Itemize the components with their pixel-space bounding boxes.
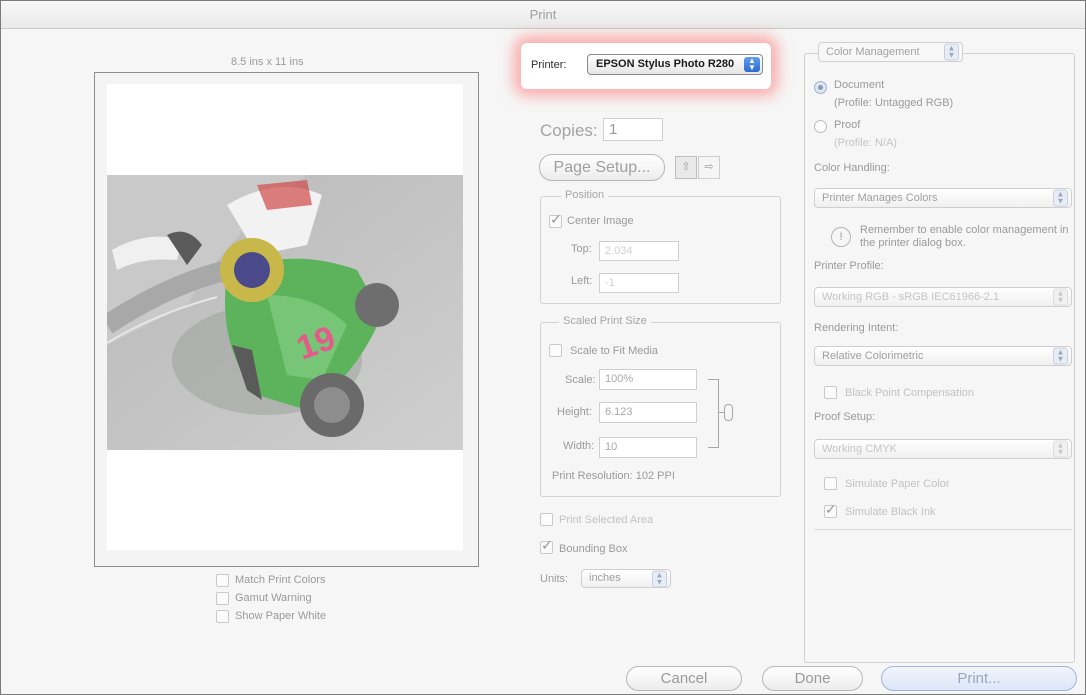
simulate-paper-color-checkbox[interactable] <box>824 477 837 490</box>
page-setup-button[interactable]: Page Setup... <box>539 154 665 181</box>
match-print-colors-checkbox[interactable] <box>216 574 229 587</box>
select-arrows-icon: ▲ ▼ <box>652 570 667 587</box>
document-profile: (Profile: Untagged RGB) <box>834 97 954 109</box>
width-input[interactable]: 10 <box>599 437 697 458</box>
printer-select-value: EPSON Stylus Photo R280 <box>596 58 735 70</box>
left-label: Left: <box>571 275 593 287</box>
match-print-colors-label: Match Print Colors <box>235 574 326 586</box>
select-arrows-icon: ▲ ▼ <box>1053 189 1068 207</box>
select-arrows-icon: ▲ ▼ <box>744 57 760 72</box>
document-radio[interactable] <box>814 81 827 94</box>
units-select[interactable]: inches ▲ ▼ <box>581 569 671 588</box>
proof-radio[interactable] <box>814 120 827 133</box>
print-button[interactable]: Print... <box>881 666 1077 691</box>
left-input[interactable]: -1 <box>599 273 679 293</box>
center-image-label: Center Image <box>567 215 634 227</box>
window-title: Print <box>1 1 1085 29</box>
printer-select[interactable]: EPSON Stylus Photo R280 ▲ ▼ <box>587 54 763 75</box>
bounding-box-label: Bounding Box <box>559 543 628 555</box>
simulate-black-ink-label: Simulate Black Ink <box>845 506 936 518</box>
units-label: Units: <box>540 573 569 585</box>
rendering-intent-select[interactable]: Relative Colorimetric ▲ ▼ <box>814 346 1072 366</box>
center-image-checkbox[interactable] <box>549 211 562 228</box>
photo-motorcycle-rider[interactable]: 19 <box>107 175 463 450</box>
scale-label: Scale: <box>565 374 596 386</box>
rendering-intent-label: Rendering Intent: <box>814 322 899 334</box>
color-management-value: Color Management <box>826 46 920 58</box>
printer-highlight: Printer: EPSON Stylus Photo R280 ▲ ▼ <box>521 43 771 89</box>
done-button[interactable]: Done <box>762 666 863 691</box>
scale-to-fit-checkbox[interactable] <box>549 344 562 357</box>
proportion-bracket <box>708 379 719 448</box>
print-resolution-label: Print Resolution: 102 PPI <box>552 470 675 482</box>
proof-label: Proof <box>834 119 861 131</box>
print-dialog: Print 8.5 ins x 11 ins 19 Match Print Co… <box>0 0 1086 695</box>
scaled-group-title: Scaled Print Size <box>559 315 651 327</box>
proof-setup-select[interactable]: Working CMYK ▲ ▼ <box>814 439 1072 459</box>
top-label: Top: <box>571 243 592 255</box>
color-handling-select[interactable]: Printer Manages Colors ▲ ▼ <box>814 188 1072 208</box>
printer-profile-label: Printer Profile: <box>814 260 884 272</box>
select-arrows-icon: ▲ ▼ <box>944 43 959 61</box>
proof-setup-value: Working CMYK <box>822 443 897 455</box>
landscape-orientation-icon[interactable]: ⇨ <box>698 156 720 179</box>
color-management-select[interactable]: Color Management ▲ ▼ <box>818 42 963 62</box>
paper-size-label: 8.5 ins x 11 ins <box>231 56 304 68</box>
select-arrows-icon: ▲ ▼ <box>1053 288 1068 306</box>
color-management-note: Remember to enable color management in t… <box>860 224 1069 249</box>
position-group-title: Position <box>561 189 609 201</box>
paper-page: 19 <box>107 84 463 550</box>
copies-input[interactable]: 1 <box>603 118 663 141</box>
select-arrows-icon: ▲ ▼ <box>1053 440 1068 458</box>
width-label: Width: <box>563 440 595 452</box>
height-input[interactable]: 6.123 <box>599 402 697 423</box>
document-label: Document <box>834 79 885 91</box>
color-handling-label: Color Handling: <box>814 162 890 174</box>
show-paper-white-checkbox[interactable] <box>216 610 229 623</box>
copies-label: Copies: <box>540 121 598 140</box>
gamut-warning-checkbox[interactable] <box>216 592 229 605</box>
simulate-black-ink-checkbox[interactable] <box>824 501 837 518</box>
cancel-button[interactable]: Cancel <box>626 666 742 691</box>
units-select-value: inches <box>589 572 621 584</box>
proof-profile: (Profile: N/A) <box>834 137 897 149</box>
black-point-compensation-checkbox[interactable] <box>824 386 837 399</box>
height-label: Height: <box>557 406 592 418</box>
panel-divider <box>814 529 1072 530</box>
top-input[interactable]: 2.034 <box>599 241 679 261</box>
preview-frame: 19 <box>94 72 479 567</box>
proof-setup-label: Proof Setup: <box>814 411 876 423</box>
select-arrows-icon: ▲ ▼ <box>1053 347 1068 365</box>
show-paper-white-label: Show Paper White <box>235 610 327 622</box>
info-icon: ! <box>831 227 851 247</box>
print-selected-area-label: Print Selected Area <box>559 514 654 526</box>
rendering-intent-value: Relative Colorimetric <box>822 350 924 362</box>
printer-profile-select[interactable]: Working RGB - sRGB IEC61966-2.1 ▲ ▼ <box>814 287 1072 307</box>
gamut-warning-label: Gamut Warning <box>235 592 312 604</box>
black-point-compensation-label: Black Point Compensation <box>845 387 975 399</box>
constrain-link-icon[interactable] <box>724 404 733 421</box>
printer-profile-value: Working RGB - sRGB IEC61966-2.1 <box>822 291 1000 303</box>
portrait-orientation-icon[interactable]: ⇧ <box>675 156 697 179</box>
printer-label: Printer: <box>531 59 567 71</box>
scale-input[interactable]: 100% <box>599 369 697 390</box>
color-handling-value: Printer Manages Colors <box>822 192 938 204</box>
print-selected-area-checkbox[interactable] <box>540 513 553 526</box>
simulate-paper-color-label: Simulate Paper Color <box>845 478 950 490</box>
bounding-box-checkbox[interactable] <box>540 537 553 554</box>
scale-to-fit-label: Scale to Fit Media <box>570 345 659 357</box>
